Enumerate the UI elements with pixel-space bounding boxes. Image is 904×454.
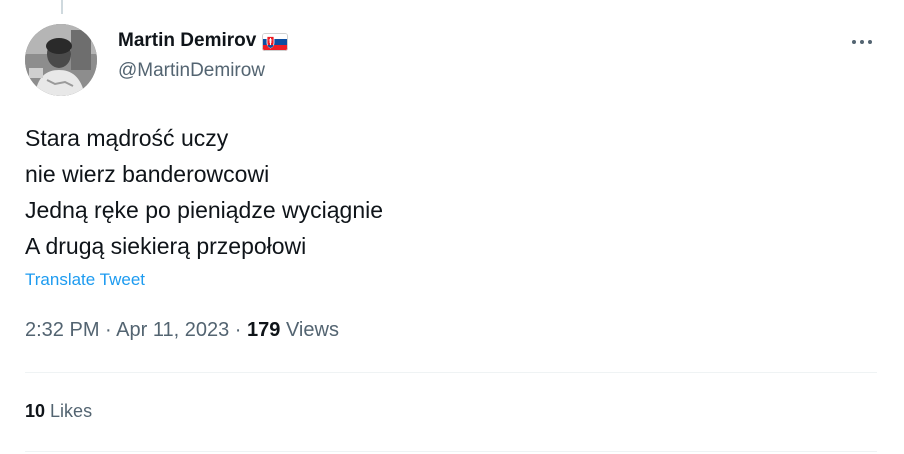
tweet-metadata: 2:32 PM · Apr 11, 2023 · 179 Views — [25, 319, 339, 342]
avatar[interactable] — [25, 24, 97, 96]
likes-link[interactable]: 10 Likes — [25, 401, 92, 422]
slovakia-flag-icon — [262, 33, 289, 51]
tweet-text: Stara mądrość uczy nie wierz banderowcow… — [25, 120, 383, 264]
tweet-line: nie wierz banderowcowi — [25, 161, 270, 187]
more-dots-icon — [852, 40, 872, 44]
more-options-button[interactable] — [846, 30, 878, 54]
tweet-line: Jedną ręke po pieniądze wyciągnie — [25, 197, 384, 223]
translate-tweet-link[interactable]: Translate Tweet — [25, 270, 145, 290]
divider — [25, 451, 877, 452]
tweet-date[interactable]: Apr 11, 2023 — [116, 319, 229, 341]
thread-connector-line — [61, 0, 63, 14]
author-handle[interactable]: @MartinDemirow — [118, 60, 265, 82]
meta-separator: · — [234, 319, 242, 341]
meta-separator: · — [105, 319, 112, 341]
tweet-time[interactable]: 2:32 PM — [25, 319, 99, 341]
likes-label: Likes — [50, 401, 93, 421]
author-display-name[interactable]: Martin Demirov — [118, 30, 256, 52]
tweet-line: A drugą siekierą przepołowi — [25, 233, 307, 259]
views-count: 179 — [247, 319, 281, 341]
views-label: Views — [285, 319, 339, 341]
tweet-line: Stara mądrość uczy — [25, 125, 229, 151]
avatar-photo — [25, 24, 97, 96]
likes-count: 10 — [25, 401, 46, 421]
divider — [25, 372, 877, 373]
author-name-row[interactable]: Martin Demirov — [118, 30, 289, 52]
